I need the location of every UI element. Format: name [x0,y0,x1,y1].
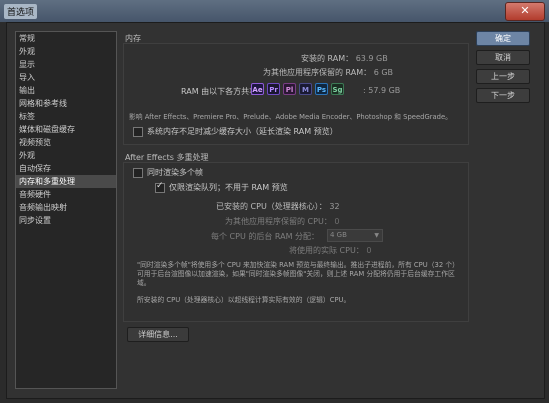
shared-ram-value-row: : 57.9 GB [363,86,401,95]
reduce-cache-checkbox[interactable] [133,127,143,137]
installed-cpu-row: 已安装的 CPU（处理器核心）： 32 [216,201,340,212]
installed-cpu-value: 32 [329,202,340,211]
shared-ram-label: RAM 由以下各方共享 [181,87,258,96]
sidebar-item[interactable]: 同步设置 [16,214,116,227]
reserved-ram-value: 6 GB [373,68,394,77]
sidebar-item[interactable]: 网格和参考线 [16,97,116,110]
sidebar-item[interactable]: 导入 [16,71,116,84]
render-multiple-frames-checkbox[interactable] [133,168,143,178]
sidebar-item[interactable]: 内存和多重处理 [16,175,116,188]
mp-note-1: "同时渲染多个帧"将使用多个 CPU 来加快渲染 RAM 预览与最终输出。推出子… [137,261,456,287]
installed-ram-value: 63.9 GB [355,54,388,63]
actual-cpu-row: 将使用的实际 CPU： 0 [289,245,371,256]
sidebar-item[interactable]: 自动保存 [16,162,116,175]
title-bar: 首选项 ✕ [0,0,549,22]
cancel-button[interactable]: 取消 [476,50,530,65]
chevron-down-icon: ▼ [374,232,379,239]
render-multiple-frames-label: 同时渲染多个帧 [147,168,203,177]
reserved-ram-label: 为其他应用程序保留的 RAM： [263,68,372,77]
actual-cpu-value: 0 [366,246,372,255]
ok-button[interactable]: 确定 [476,31,530,46]
sidebar-item[interactable]: 显示 [16,58,116,71]
actual-cpu-label: 将使用的实际 CPU： [289,246,364,255]
sidebar-item[interactable]: 外观 [16,45,116,58]
sidebar-item[interactable]: 标签 [16,110,116,123]
sidebar-item[interactable]: 音频输出映射 [16,201,116,214]
preferences-dialog: 常规 外观 显示 导入 输出 网格和参考线 标签 媒体和磁盘缓存 视频预览 外观 自动保存 内存和多重… [6,22,545,399]
reduce-cache-label: 系统内存不足时减少缓存大小（延长渲染 RAM 预览） [147,127,338,136]
app-sg-icon: Sg [331,83,344,95]
impact-note: 影响 After Effects、Premiere Pro、Prelude、Ad… [129,113,452,121]
app-pr-icon: Pr [267,83,280,95]
app-icons: Ae Pr Pl M Ps Sg [251,83,347,95]
reserved-cpu-value: 0 [334,217,340,226]
sidebar-item[interactable]: 音频硬件 [16,188,116,201]
close-button[interactable]: ✕ [505,2,545,21]
sidebar-item[interactable]: 媒体和磁盘缓存 [16,123,116,136]
render-queue-only-label: 仅限渲染队列；不用于 RAM 预览 [169,183,288,192]
sidebar: 常规 外观 显示 导入 输出 网格和参考线 标签 媒体和磁盘缓存 视频预览 外观 自动保存 内存和多重… [15,31,117,389]
reserved-ram-row: 为其他应用程序保留的 RAM： 6 GB [263,67,393,78]
next-button[interactable]: 下一步 [476,88,530,103]
app-ae-icon: Ae [251,83,264,95]
sidebar-item[interactable]: 输出 [16,84,116,97]
app-m-icon: M [299,83,312,95]
installed-cpu-label: 已安装的 CPU（处理器核心）： [216,202,327,211]
sidebar-item[interactable]: 外观 [16,149,116,162]
ram-per-cpu-label: 每个 CPU 的后台 RAM 分配： [211,232,320,241]
mp-note-2: 所安装的 CPU（处理器核心）以超线程计算实际有效的（逻辑）CPU。 [137,296,351,304]
details-button[interactable]: 详细信息... [127,327,189,342]
installed-ram-label: 安装的 RAM： [301,54,354,63]
app-ps-icon: Ps [315,83,328,95]
shared-ram-value: 57.9 GB [368,86,401,95]
memory-multiprocessing-pane: 内存 安装的 RAM： 63.9 GB 为其他应用程序保留的 RAM： 6 GB… [123,31,469,387]
prev-button[interactable]: 上一步 [476,69,530,84]
reserved-cpu-row: 为其他应用程序保留的 CPU： 0 [225,216,339,227]
ram-per-cpu-select[interactable]: 4 GB ▼ [327,229,383,242]
render-queue-only-checkbox[interactable] [155,181,165,193]
app-pl-icon: Pl [283,83,296,95]
ram-per-cpu-value: 4 GB [330,231,347,239]
installed-ram-row: 安装的 RAM： 63.9 GB [301,53,388,64]
reserved-cpu-label: 为其他应用程序保留的 CPU： [225,217,332,226]
window-title: 首选项 [4,4,38,19]
sidebar-item[interactable]: 常规 [16,32,116,45]
sidebar-item[interactable]: 视频预览 [16,136,116,149]
